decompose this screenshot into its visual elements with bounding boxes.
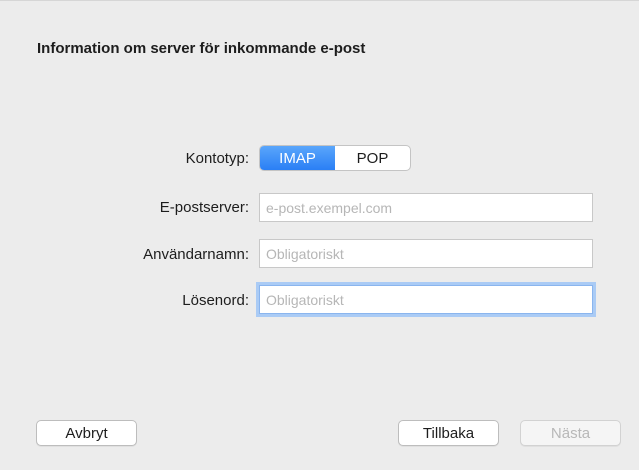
back-button[interactable]: Tillbaka xyxy=(398,420,499,446)
next-button[interactable]: Nästa xyxy=(520,420,621,446)
username-label: Användarnamn: xyxy=(143,246,249,263)
account-type-segmented-control: IMAP POP xyxy=(259,145,411,171)
mail-server-input[interactable] xyxy=(259,193,593,222)
dialog-heading: Information om server för inkommande e-p… xyxy=(37,40,366,57)
account-type-imap-option[interactable]: IMAP xyxy=(260,146,335,170)
incoming-mail-server-dialog: Information om server för inkommande e-p… xyxy=(0,0,639,470)
password-label: Lösenord: xyxy=(182,292,249,309)
username-input[interactable] xyxy=(259,239,593,268)
password-input[interactable] xyxy=(259,285,593,314)
account-type-pop-option[interactable]: POP xyxy=(335,146,410,170)
mail-server-label: E-postserver: xyxy=(159,199,249,216)
account-type-label: Kontotyp: xyxy=(185,150,249,167)
cancel-button[interactable]: Avbryt xyxy=(36,420,137,446)
